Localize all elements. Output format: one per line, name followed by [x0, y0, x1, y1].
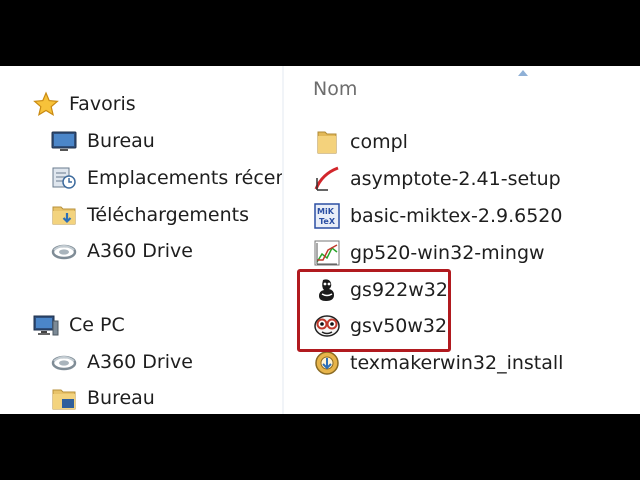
column-header-name[interactable]: Nom — [313, 78, 357, 100]
nav-item-label: Bureau — [87, 387, 155, 409]
nav-group-label: Favoris — [69, 93, 136, 115]
file-name: asymptote-2.41-setup — [350, 168, 561, 190]
nav-item-a360-drive[interactable]: A360 Drive — [51, 235, 193, 267]
file-row-compl[interactable]: compl — [314, 126, 408, 158]
desktop-folder-icon — [51, 385, 77, 411]
cloud-drive-icon — [51, 238, 77, 264]
svg-text:MiK: MiK — [317, 207, 335, 216]
nav-item-label: A360 Drive — [87, 240, 193, 262]
nav-item-a360-drive-pc[interactable]: A360 Drive — [51, 346, 193, 378]
navigation-pane: Favoris Bureau Emplacements récents Télé… — [0, 66, 282, 414]
star-icon — [33, 91, 59, 117]
nav-item-recent-places[interactable]: Emplacements récents — [51, 162, 282, 194]
nav-item-label: Téléchargements — [87, 204, 249, 226]
nav-group-this-pc[interactable]: Ce PC — [33, 309, 125, 341]
sort-ascending-icon — [518, 70, 528, 76]
file-row-texmaker[interactable]: texmakerwin32_install — [314, 347, 563, 379]
nav-group-favorites[interactable]: Favoris — [33, 88, 136, 120]
file-row-gs922w32[interactable]: gs922w32 — [314, 274, 448, 306]
nav-item-downloads[interactable]: Téléchargements — [51, 199, 249, 231]
file-row-gnuplot[interactable]: gp520-win32-mingw — [314, 237, 545, 269]
gnuplot-icon — [314, 240, 340, 266]
nav-item-label: Bureau — [87, 130, 155, 152]
gsview-icon — [314, 313, 340, 339]
miktex-icon: MiK TeX — [314, 203, 340, 229]
desktop-icon — [51, 128, 77, 154]
file-name: gs922w32 — [350, 279, 448, 301]
file-name: basic-miktex-2.9.6520 — [350, 205, 563, 227]
file-row-gsv50w32[interactable]: gsv50w32 — [314, 310, 447, 342]
computer-icon — [33, 312, 59, 338]
downloads-folder-icon — [51, 202, 77, 228]
svg-text:TeX: TeX — [319, 217, 336, 226]
file-list-pane: Nom compl asymptote-2.41-setup MiK TeX ba… — [284, 66, 640, 414]
nav-item-bureau[interactable]: Bureau — [51, 125, 155, 157]
nav-item-label: A360 Drive — [87, 351, 193, 373]
cloud-drive-icon — [51, 349, 77, 375]
file-row-miktex[interactable]: MiK TeX basic-miktex-2.9.6520 — [314, 200, 563, 232]
file-name: gsv50w32 — [350, 315, 448, 337]
file-name: compl — [350, 131, 408, 153]
texmaker-installer-icon — [314, 350, 340, 376]
recent-places-icon — [51, 165, 77, 191]
file-name: gp520-win32-mingw — [350, 242, 545, 264]
folder-icon — [314, 129, 340, 155]
file-row-asymptote[interactable]: asymptote-2.41-setup — [314, 163, 561, 195]
nav-group-label: Ce PC — [69, 314, 125, 336]
asymptote-icon — [314, 166, 340, 192]
nav-item-bureau-pc[interactable]: Bureau — [51, 382, 155, 414]
nav-item-label: Emplacements récents — [87, 167, 282, 189]
ghostscript-icon — [314, 277, 340, 303]
explorer-window: Favoris Bureau Emplacements récents Télé… — [0, 66, 640, 414]
file-name: texmakerwin32_install — [350, 352, 564, 374]
